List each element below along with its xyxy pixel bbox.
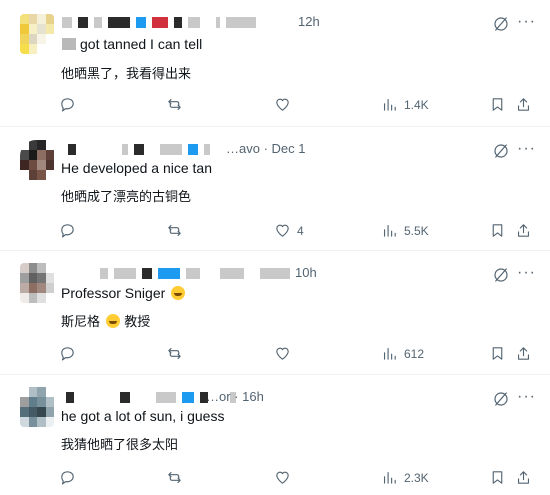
author-name-redacted[interactable] (68, 143, 210, 155)
bookmark-icon (492, 347, 503, 360)
repost-icon (168, 224, 181, 237)
rofl-emoji-icon (171, 286, 186, 300)
reply-text-en: got tanned I can tell (80, 36, 203, 52)
like-button[interactable] (274, 96, 297, 113)
grok-icon[interactable] (492, 266, 510, 284)
views-button[interactable]: 1.4K (381, 96, 429, 113)
avatar[interactable] (20, 140, 54, 180)
reply-post[interactable]: 10h ··· Professor Sniger 斯尼格 教授 612 (0, 251, 550, 375)
like-button[interactable]: 4 (274, 222, 304, 239)
share-button[interactable] (515, 469, 532, 486)
reply-text-en: Professor Sniger (61, 285, 166, 301)
share-icon (517, 98, 530, 111)
reply-text: Professor Sniger (61, 285, 186, 301)
like-button[interactable] (274, 345, 297, 362)
reply-icon (61, 224, 74, 238)
share-button[interactable] (515, 222, 532, 239)
more-options-icon[interactable]: ··· (517, 265, 536, 281)
repost-button[interactable] (166, 345, 183, 362)
reply-text: got tanned I can tell (62, 36, 202, 52)
reply-translation: 我猜他晒了很多太阳 (61, 438, 179, 453)
views-button[interactable]: 2.3K (381, 469, 429, 486)
author-name-redacted[interactable] (100, 267, 290, 279)
bookmark-button[interactable] (489, 96, 506, 113)
bookmark-icon (492, 471, 503, 484)
reply-icon (61, 347, 74, 361)
views-button[interactable]: 5.5K (381, 222, 429, 239)
reply-button[interactable] (59, 345, 76, 362)
views-icon (383, 347, 396, 360)
reply-translation-part-2: 教授 (124, 315, 151, 330)
share-button[interactable] (515, 96, 532, 113)
rofl-emoji-icon (106, 314, 121, 328)
post-timestamp[interactable]: …avo · Dec 1 (226, 141, 305, 156)
repost-icon (168, 98, 181, 111)
bookmark-button[interactable] (489, 222, 506, 239)
reply-translation: 他晒黑了，我看得出来 (61, 67, 192, 82)
post-timestamp[interactable]: 12h (298, 14, 320, 29)
repost-button[interactable] (166, 222, 183, 239)
share-icon (517, 471, 530, 484)
reply-post[interactable]: 12h ··· got tanned I can tell 他晒黑了，我看得出来… (0, 0, 550, 127)
reply-translation: 斯尼格 教授 (61, 311, 150, 330)
more-options-icon[interactable]: ··· (517, 14, 536, 30)
like-button[interactable] (274, 469, 297, 486)
grok-icon[interactable] (492, 15, 510, 33)
reply-icon (61, 98, 74, 112)
reply-button[interactable] (59, 96, 76, 113)
reply-translation-part-1: 斯尼格 (61, 315, 101, 330)
post-timestamp[interactable]: 10h (295, 265, 317, 280)
redacted-word (62, 38, 76, 50)
more-options-icon[interactable]: ··· (517, 141, 536, 157)
heart-icon (276, 98, 289, 111)
action-bar: 2.3K (0, 469, 550, 489)
view-count: 5.5K (404, 223, 429, 238)
grok-icon[interactable] (492, 390, 510, 408)
like-count: 4 (297, 223, 304, 238)
reply-icon (61, 471, 74, 485)
action-bar: 4 5.5K (0, 222, 550, 242)
view-count: 2.3K (404, 470, 429, 485)
views-icon (383, 224, 396, 237)
avatar[interactable] (20, 14, 54, 54)
reply-button[interactable] (59, 222, 76, 239)
action-bar: 612 (0, 345, 550, 365)
share-icon (517, 224, 530, 237)
bookmark-button[interactable] (489, 469, 506, 486)
share-icon (517, 347, 530, 360)
reply-text: He developed a nice tan (61, 160, 212, 176)
bookmark-button[interactable] (489, 345, 506, 362)
reply-text: he got a lot of sun, i guess (61, 408, 225, 424)
views-icon (383, 471, 396, 484)
action-bar: 1.4K (0, 96, 550, 116)
reply-button[interactable] (59, 469, 76, 486)
avatar[interactable] (20, 263, 54, 303)
bookmark-icon (492, 98, 503, 111)
post-timestamp[interactable]: …or · 16h (206, 389, 264, 404)
avatar[interactable] (20, 387, 54, 427)
heart-icon (276, 471, 289, 484)
repost-icon (168, 347, 181, 360)
views-icon (383, 98, 396, 111)
share-button[interactable] (515, 345, 532, 362)
view-count: 612 (404, 346, 425, 361)
reply-post[interactable]: …avo · Dec 1 ··· He developed a nice tan… (0, 127, 550, 251)
heart-icon (276, 347, 289, 360)
reply-translation: 他晒成了漂亮的古铜色 (61, 190, 192, 205)
grok-icon[interactable] (492, 142, 510, 160)
repost-icon (168, 471, 181, 484)
repost-button[interactable] (166, 469, 183, 486)
heart-icon (276, 224, 289, 237)
view-count: 1.4K (404, 97, 429, 112)
author-name-redacted[interactable] (62, 16, 256, 28)
repost-button[interactable] (166, 96, 183, 113)
reply-post[interactable]: …or · 16h ··· he got a lot of sun, i gue… (0, 375, 550, 495)
bookmark-icon (492, 224, 503, 237)
more-options-icon[interactable]: ··· (517, 389, 536, 405)
views-button[interactable]: 612 (381, 345, 424, 362)
